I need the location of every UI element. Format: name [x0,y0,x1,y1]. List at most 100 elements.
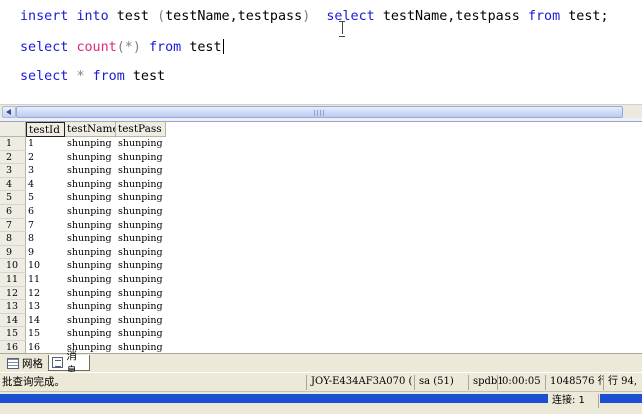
star-operator: * [76,69,85,84]
cell-testpass[interactable]: shunping [116,314,166,328]
table-row[interactable]: 3 3 shunping shunping [0,164,170,178]
tab-grid-label: 网格 [22,357,43,370]
table-row[interactable]: 13 13 shunping shunping [0,300,170,314]
row-number[interactable]: 6 [0,204,26,219]
row-number[interactable]: 3 [0,164,26,178]
table-row[interactable]: 2 2 shunping shunping [0,150,170,165]
cell-testname[interactable]: shunping [65,205,116,219]
cell-testname[interactable]: shunping [65,246,116,260]
cell-testpass[interactable]: shunping [116,341,166,353]
row-number[interactable]: 7 [0,218,26,233]
cell-testid[interactable]: 16 [26,341,65,353]
grid-body: 1 1 shunping shunping 2 2 shunping shunping 3 3 sh… [0,137,170,353]
cell-testid[interactable]: 2 [26,151,65,165]
cell-testid[interactable]: 9 [26,246,65,260]
status-elapsed: 0:00:05 [497,375,545,390]
row-number[interactable]: 16 [0,340,26,353]
cell-testname[interactable]: shunping [65,178,116,192]
cell-testid[interactable]: 15 [26,327,65,341]
table-row[interactable]: 12 12 shunping shunping [0,286,170,301]
cell-testid[interactable]: 13 [26,300,65,314]
column-header-testname[interactable]: testName [65,122,116,137]
cell-testid[interactable]: 14 [26,314,65,328]
row-number[interactable]: 14 [0,313,26,328]
cell-testid[interactable]: 12 [26,287,65,301]
row-number[interactable]: 1 [0,137,26,151]
cell-testname[interactable]: shunping [65,327,116,341]
cell-testname[interactable]: shunping [65,137,116,151]
table-row[interactable]: 1 1 shunping shunping [0,137,170,151]
cell-testid[interactable]: 10 [26,259,65,273]
cell-testpass[interactable]: shunping [116,300,166,314]
cell-testid[interactable]: 1 [26,137,65,151]
cell-testid[interactable]: 3 [26,164,65,178]
cell-testpass[interactable]: shunping [116,205,166,219]
from-table: test [132,69,166,84]
cell-testpass[interactable]: shunping [116,178,166,192]
cell-testpass[interactable]: shunping [116,287,166,301]
cell-testname[interactable]: shunping [65,191,116,205]
scroll-left-arrow-icon[interactable] [2,106,16,118]
cell-testpass[interactable]: shunping [116,164,166,178]
cell-testid[interactable]: 8 [26,232,65,246]
cell-testname[interactable]: shunping [65,314,116,328]
grid-icon [7,357,19,369]
table-row[interactable]: 7 7 shunping shunping [0,218,170,233]
results-tab-strip: 网格 消息 [0,350,642,377]
grid-corner[interactable] [0,122,26,137]
cell-testid[interactable]: 6 [26,205,65,219]
row-number[interactable]: 9 [0,245,26,260]
row-number[interactable]: 15 [0,327,26,341]
table-row[interactable]: 8 8 shunping shunping [0,232,170,246]
results-grid[interactable]: testId testName testPass 1 1 shunping shunp… [0,122,642,353]
scrollbar-thumb[interactable] [16,106,623,118]
cell-testpass[interactable]: shunping [116,151,166,165]
keyword-from: from [149,40,182,55]
row-number[interactable]: 2 [0,150,26,165]
table-row[interactable]: 11 11 shunping shunping [0,272,170,287]
tab-grid[interactable]: 网格 [4,355,48,371]
row-number[interactable]: 12 [0,286,26,301]
cell-testname[interactable]: shunping [65,259,116,273]
table-name: test [116,9,149,24]
cell-testid[interactable]: 4 [26,178,65,192]
cell-testid[interactable]: 11 [26,273,65,287]
row-number[interactable]: 10 [0,259,26,273]
table-row[interactable]: 9 9 shunping shunping [0,245,170,260]
column-header-testpass[interactable]: testPass [116,122,166,137]
cell-testid[interactable]: 5 [26,191,65,205]
cell-testname[interactable]: shunping [65,300,116,314]
table-row[interactable]: 14 14 shunping shunping [0,313,170,328]
row-number[interactable]: 11 [0,272,26,287]
cell-testpass[interactable]: shunping [116,219,166,233]
row-number[interactable]: 5 [0,191,26,205]
cell-testpass[interactable]: shunping [116,232,166,246]
cell-testpass[interactable]: shunping [116,137,166,151]
cell-testpass[interactable]: shunping [116,191,166,205]
table-row[interactable]: 15 15 shunping shunping [0,327,170,341]
query-editor[interactable]: insert into test (testName,testpass) sel… [0,0,642,104]
table-row[interactable]: 4 4 shunping shunping [0,177,170,192]
tab-messages[interactable]: 消息 [48,350,90,377]
cell-testpass[interactable]: shunping [116,273,166,287]
cell-testname[interactable]: shunping [65,287,116,301]
cell-testpass[interactable]: shunping [116,327,166,341]
editor-horizontal-scrollbar[interactable] [0,104,642,118]
table-row[interactable]: 10 10 shunping shunping [0,259,170,273]
bottom-bar: 连接: 1 [0,391,642,414]
row-number[interactable]: 4 [0,177,26,192]
cell-testpass[interactable]: shunping [116,259,166,273]
cell-testid[interactable]: 7 [26,219,65,233]
column-header-testid[interactable]: testId [26,122,65,137]
row-number[interactable]: 8 [0,232,26,246]
cell-testpass[interactable]: shunping [116,246,166,260]
table-row[interactable]: 6 6 shunping shunping [0,204,170,219]
cell-testname[interactable]: shunping [65,232,116,246]
cell-testname[interactable]: shunping [65,164,116,178]
cell-testname[interactable]: shunping [65,151,116,165]
table-row[interactable]: 5 5 shunping shunping [0,191,170,205]
cell-testname[interactable]: shunping [65,273,116,287]
cell-testname[interactable]: shunping [65,219,116,233]
row-number[interactable]: 13 [0,300,26,314]
code-line-count: select count(*) from test [20,39,225,56]
